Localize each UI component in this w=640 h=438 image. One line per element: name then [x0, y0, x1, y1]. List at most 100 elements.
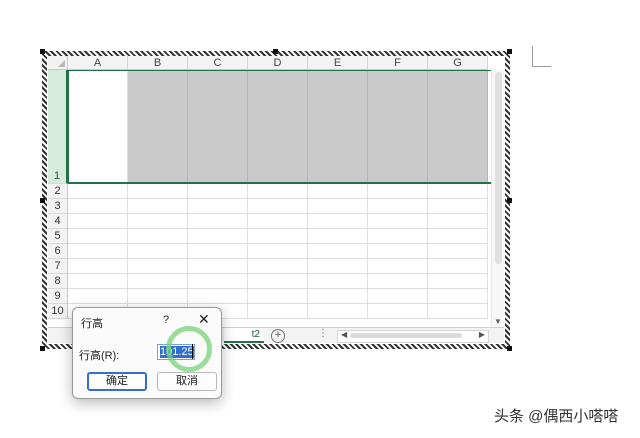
cell-g1[interactable] — [428, 70, 488, 184]
cell-d10[interactable] — [248, 304, 308, 319]
cell-c2[interactable] — [188, 184, 248, 199]
cell-a3[interactable] — [68, 199, 128, 214]
column-header-e[interactable]: E — [308, 56, 368, 70]
cell-f4[interactable] — [368, 214, 428, 229]
cancel-button[interactable]: 取消 — [157, 372, 217, 391]
resize-handle[interactable] — [40, 346, 45, 351]
cell-e2[interactable] — [308, 184, 368, 199]
cell-g9[interactable] — [428, 289, 488, 304]
cell-a8[interactable] — [68, 274, 128, 289]
cell-a1[interactable] — [68, 70, 128, 184]
cell-d9[interactable] — [248, 289, 308, 304]
cell-d1[interactable] — [248, 70, 308, 184]
cell-a2[interactable] — [68, 184, 128, 199]
cell-f5[interactable] — [368, 229, 428, 244]
cell-d8[interactable] — [248, 274, 308, 289]
cell-c6[interactable] — [188, 244, 248, 259]
cell-g5[interactable] — [428, 229, 488, 244]
cell-b9[interactable] — [128, 289, 188, 304]
cell-f10[interactable] — [368, 304, 428, 319]
column-header-f[interactable]: F — [368, 56, 428, 70]
cell-b3[interactable] — [128, 199, 188, 214]
column-header-g[interactable]: G — [428, 56, 488, 70]
cell-g4[interactable] — [428, 214, 488, 229]
cell-e10[interactable] — [308, 304, 368, 319]
cell-f1[interactable] — [368, 70, 428, 184]
column-header-d[interactable]: D — [248, 56, 308, 70]
cell-e8[interactable] — [308, 274, 368, 289]
cell-c8[interactable] — [188, 274, 248, 289]
row-header-2[interactable]: 2 — [48, 184, 68, 199]
resize-handle[interactable] — [273, 49, 278, 54]
row-header-8[interactable]: 8 — [48, 274, 68, 289]
cell-a9[interactable] — [68, 289, 128, 304]
row-header-6[interactable]: 6 — [48, 244, 68, 259]
cell-b6[interactable] — [128, 244, 188, 259]
scrollbar-thumb[interactable] — [495, 72, 502, 264]
vertical-scrollbar[interactable]: ▼ — [491, 70, 504, 327]
column-header-c[interactable]: C — [188, 56, 248, 70]
cell-f6[interactable] — [368, 244, 428, 259]
cell-f9[interactable] — [368, 289, 428, 304]
cell-f8[interactable] — [368, 274, 428, 289]
resize-handle[interactable] — [507, 346, 512, 351]
row-header-5[interactable]: 5 — [48, 229, 68, 244]
column-header-b[interactable]: B — [128, 56, 188, 70]
cell-e5[interactable] — [308, 229, 368, 244]
cell-b8[interactable] — [128, 274, 188, 289]
cell-e6[interactable] — [308, 244, 368, 259]
scroll-right-arrow-icon[interactable]: ▶ — [479, 330, 485, 339]
close-icon[interactable]: ✕ — [198, 311, 210, 328]
resize-handle[interactable] — [507, 49, 512, 54]
help-icon[interactable]: ? — [163, 314, 169, 326]
horizontal-scrollbar[interactable]: ◀ ▶ — [337, 330, 489, 343]
cell-e4[interactable] — [308, 214, 368, 229]
scroll-down-arrow-icon[interactable]: ▼ — [494, 317, 502, 326]
row-header-3[interactable]: 3 — [48, 199, 68, 214]
cell-e1[interactable] — [308, 70, 368, 184]
cell-b2[interactable] — [128, 184, 188, 199]
add-sheet-icon[interactable]: + — [271, 329, 285, 343]
cell-a6[interactable] — [68, 244, 128, 259]
column-header-a[interactable]: A — [68, 56, 128, 70]
cell-b7[interactable] — [128, 259, 188, 274]
cell-c5[interactable] — [188, 229, 248, 244]
cell-a4[interactable] — [68, 214, 128, 229]
cell-b1[interactable] — [128, 70, 188, 184]
cell-f2[interactable] — [368, 184, 428, 199]
cell-e7[interactable] — [308, 259, 368, 274]
row-header-1[interactable]: 1 — [48, 70, 68, 184]
cell-b5[interactable] — [128, 229, 188, 244]
sheet-tab[interactable]: t2 — [224, 328, 264, 343]
cell-g7[interactable] — [428, 259, 488, 274]
cell-a5[interactable] — [68, 229, 128, 244]
cell-e3[interactable] — [308, 199, 368, 214]
row-header-4[interactable]: 4 — [48, 214, 68, 229]
more-options-icon[interactable]: ⋮ — [318, 328, 328, 339]
cell-c1[interactable] — [188, 70, 248, 184]
cell-f7[interactable] — [368, 259, 428, 274]
cell-c3[interactable] — [188, 199, 248, 214]
spreadsheet[interactable]: ABCDEFG 1 2 3 4 5 6 7 8 9 10 ▼ t2 + ⋮ ◀ ▶ — [48, 56, 504, 343]
scrollbar-thumb[interactable] — [350, 333, 462, 338]
cell-b4[interactable] — [128, 214, 188, 229]
row-header-9[interactable]: 9 — [48, 289, 68, 304]
cell-g10[interactable] — [428, 304, 488, 319]
cell-g2[interactable] — [428, 184, 488, 199]
resize-handle[interactable] — [40, 49, 45, 54]
cell-d7[interactable] — [248, 259, 308, 274]
ok-button[interactable]: 确定 — [87, 372, 147, 391]
cell-d3[interactable] — [248, 199, 308, 214]
cell-c7[interactable] — [188, 259, 248, 274]
resize-handle[interactable] — [40, 198, 45, 203]
cell-d6[interactable] — [248, 244, 308, 259]
cell-f3[interactable] — [368, 199, 428, 214]
cell-e9[interactable] — [308, 289, 368, 304]
cell-c4[interactable] — [188, 214, 248, 229]
cell-g6[interactable] — [428, 244, 488, 259]
cell-c9[interactable] — [188, 289, 248, 304]
cell-g3[interactable] — [428, 199, 488, 214]
scroll-left-arrow-icon[interactable]: ◀ — [341, 330, 347, 339]
cell-g8[interactable] — [428, 274, 488, 289]
resize-handle[interactable] — [507, 198, 512, 203]
